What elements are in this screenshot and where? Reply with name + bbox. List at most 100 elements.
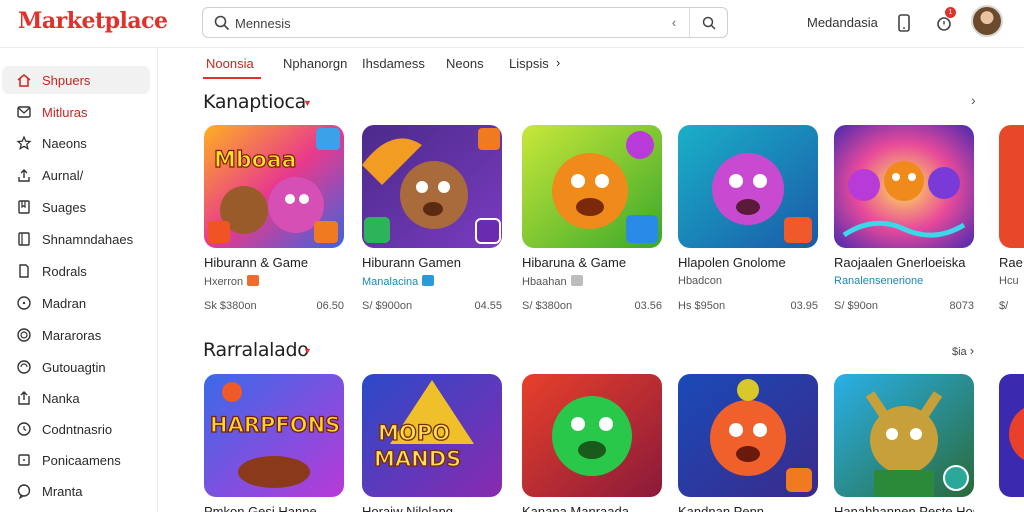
home-icon (17, 74, 31, 87)
tab-4[interactable]: Lispsis (509, 56, 549, 71)
app-title[interactable]: Pmkon Gesi Hanne (204, 504, 317, 512)
document-icon (19, 264, 29, 278)
section-title[interactable]: Kanaptioca (203, 91, 306, 113)
app-price: Hs $95on (678, 300, 726, 312)
tab-3[interactable]: Neons (446, 56, 484, 71)
sidebar-item-label: Madran (42, 296, 87, 311)
app-title[interactable]: Rae (999, 255, 1023, 270)
sidebar-item-12[interactable]: Ponicaamens (2, 446, 150, 474)
sidebar-item-8[interactable]: Mararoras (2, 321, 150, 349)
sidebar-item-label: Suages (42, 200, 87, 215)
sidebar-item-11[interactable]: Codntnasrio (2, 415, 150, 443)
app-developer: Hxerron (204, 275, 260, 288)
sidebar-item-5[interactable]: Shnamndahaes (2, 225, 150, 253)
chevron-right-icon[interactable]: › (971, 92, 976, 108)
app-thumbnail[interactable] (678, 125, 818, 248)
app-developer: Hcu (999, 275, 1019, 287)
tab-active-indicator (203, 77, 261, 79)
caret-down-icon[interactable]: ▼ (303, 346, 312, 356)
sidebar-item-1[interactable]: Mitluras (2, 98, 150, 126)
sidebar-item-7[interactable]: Madran (2, 289, 150, 317)
tabs-next-icon[interactable]: › (556, 55, 560, 70)
top-bar: Marketplace Mennesis ‹ Medandasia 1 (0, 0, 1024, 48)
app-thumbnail[interactable] (834, 374, 974, 497)
app-title[interactable]: Hiburann Gamen (362, 255, 461, 270)
sidebar-item-3[interactable]: Aurnal/ (2, 161, 150, 189)
share-icon (18, 391, 30, 405)
notification-badge: 1 (945, 7, 956, 18)
tab-0[interactable]: Noonsia (206, 56, 254, 71)
app-thumbnail[interactable] (678, 374, 818, 497)
search-button[interactable] (699, 14, 719, 32)
sidebar-item-13[interactable]: Mranta (2, 477, 150, 505)
app-card[interactable]: Kanana Manraada (522, 374, 662, 512)
section-title[interactable]: Rarralalado (203, 339, 309, 361)
tab-1[interactable]: Nphanorgn (283, 56, 347, 71)
app-title[interactable]: Kandnan Penn (678, 504, 764, 512)
sidebar-item-2[interactable]: Naeons (2, 129, 150, 157)
app-card[interactable] (999, 374, 1024, 512)
app-thumbnail[interactable] (999, 374, 1024, 497)
tag-icon (422, 275, 435, 286)
sidebar-item-label: Mranta (42, 484, 83, 499)
clock-icon (17, 422, 31, 436)
app-price: S/ $900on (362, 300, 413, 312)
avatar[interactable] (971, 5, 1003, 37)
app-card[interactable]: Hanahhannen Peste Hosane (834, 374, 974, 512)
app-thumbnail[interactable]: MOPO MANDS (362, 374, 502, 497)
user-name[interactable]: Medandasia (807, 15, 878, 30)
app-score: 04.55 (474, 300, 502, 312)
app-title[interactable]: Raojaalen Gnerloeiska (834, 255, 966, 270)
svg-text:HARPFONS: HARPFONS (210, 413, 340, 437)
phone-icon[interactable] (893, 12, 915, 34)
svg-text:MANDS: MANDS (374, 447, 461, 471)
sidebar-item-0[interactable]: Shpuers (2, 66, 150, 94)
tag-icon (570, 275, 583, 286)
sidebar-item-6[interactable]: Rodrals (2, 257, 150, 285)
app-developer: Manalacina (362, 275, 435, 288)
app-card[interactable]: MOPO MANDS Horaiw Nilolang (362, 374, 502, 512)
app-score: 06.50 (316, 300, 344, 312)
app-thumbnail[interactable] (522, 125, 662, 248)
app-thumbnail[interactable] (522, 374, 662, 497)
sidebar-item-label: Gutouagtin (42, 360, 106, 375)
see-all-link[interactable]: $ia › (952, 343, 974, 358)
app-title[interactable]: Hlapolen Gnolome (678, 255, 786, 270)
app-title[interactable]: Hiburann & Game (204, 255, 308, 270)
app-thumbnail[interactable] (362, 125, 502, 248)
app-title[interactable]: Hibaruna & Game (522, 255, 626, 270)
sidebar-item-label: Ponicaamens (42, 453, 121, 468)
app-title[interactable]: Kanana Manraada (522, 504, 629, 512)
app-thumbnail[interactable] (834, 125, 974, 248)
app-price: Sk $380on (204, 300, 257, 312)
sidebar-item-label: Mitluras (42, 105, 88, 120)
tab-2[interactable]: Ihsdamess (362, 56, 425, 71)
app-card[interactable]: Rae Hcu $/ (999, 125, 1024, 315)
sidebar-item-label: Shpuers (42, 73, 91, 88)
app-card[interactable]: HARPFONS Pmkon Gesi Hanne (204, 374, 344, 512)
sidebar-item-label: Shnamndahaes (42, 232, 134, 247)
bookmark-icon (18, 200, 30, 214)
tag-icon (247, 275, 260, 286)
app-title[interactable]: Hanahhannen Peste Hosane (834, 504, 974, 512)
app-card[interactable]: Kandnan Penn (678, 374, 818, 512)
star-icon (16, 135, 32, 150)
search-bar[interactable]: Mennesis ‹ (202, 7, 728, 38)
logo[interactable]: Marketplace (18, 8, 168, 34)
app-thumbnail[interactable] (999, 125, 1024, 248)
sidebar-item-label: Nanka (42, 391, 80, 406)
chevron-right-icon: › (969, 343, 975, 358)
clear-icon[interactable]: ‹ (665, 14, 683, 32)
sidebar-item-9[interactable]: Gutouagtin (2, 353, 150, 381)
app-title[interactable]: Horaiw Nilolang (362, 504, 453, 512)
app-developer: Hbadcon (678, 275, 723, 287)
caret-down-icon[interactable]: ▼ (303, 98, 312, 108)
search-input[interactable]: Mennesis (235, 16, 291, 31)
sidebar-item-10[interactable]: Nanka (2, 384, 150, 412)
sidebar-item-4[interactable]: Suages (2, 193, 150, 221)
clock-icon (17, 296, 31, 310)
app-thumbnail[interactable]: HARPFONS (204, 374, 344, 497)
app-price: $/ (999, 300, 1009, 312)
sidebar-item-label: Aurnal/ (42, 168, 84, 183)
app-thumbnail[interactable]: Mboaa (204, 125, 344, 248)
